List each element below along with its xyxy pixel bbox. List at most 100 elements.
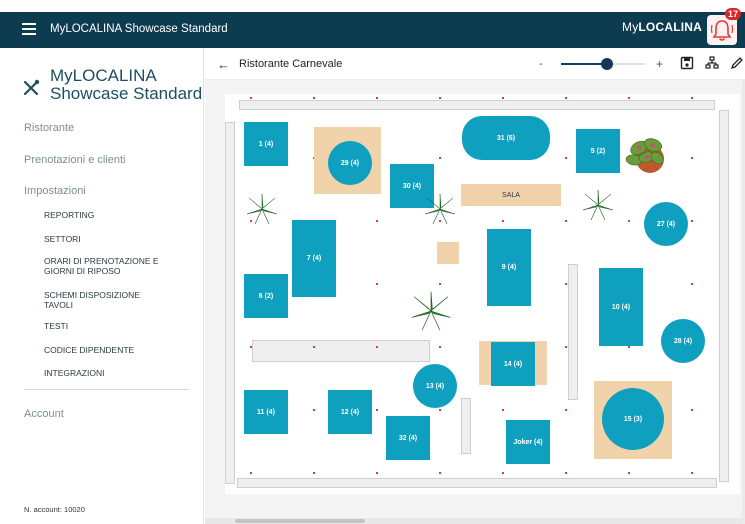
grid-dot <box>565 346 567 348</box>
table-13[interactable]: 13 (4) <box>413 364 457 408</box>
nav-integrazioni[interactable]: INTEGRAZIONI <box>44 368 104 378</box>
grid-dot <box>313 97 315 99</box>
plant-icon <box>625 138 664 173</box>
menu-icon[interactable] <box>22 23 36 37</box>
table-29[interactable]: 29 (4) <box>328 141 372 185</box>
top-bar: MyLOCALINA Showcase Standard MyLOCALINA … <box>0 8 745 48</box>
grid-dot <box>439 472 441 474</box>
nav-prenotazioni[interactable]: Prenotazioni e clienti <box>24 154 126 166</box>
pencil-icon[interactable] <box>730 56 744 70</box>
grid-dot <box>376 346 378 348</box>
plant-icon <box>582 189 614 221</box>
grid-dot <box>565 157 567 159</box>
grid-dot <box>439 409 441 411</box>
sala-label: SALA <box>461 184 561 206</box>
horizontal-scrollbar[interactable] <box>205 518 745 524</box>
nav-ristorante[interactable]: Ristorante <box>24 122 74 134</box>
table-7[interactable]: 7 (4) <box>292 220 336 297</box>
grid-dot <box>502 97 504 99</box>
zoom-in-button[interactable]: + <box>656 57 663 71</box>
grid-dot <box>502 220 504 222</box>
zoom-slider[interactable] <box>561 58 645 70</box>
nav-impostazioni[interactable]: Impostazioni <box>24 185 86 197</box>
nav-reporting[interactable]: REPORTING <box>44 210 94 220</box>
nav-schemi[interactable]: SCHEMI DISPOSIZIONE TAVOLI <box>44 290 164 310</box>
grid-dot <box>439 157 441 159</box>
grid-dot <box>565 283 567 285</box>
table-27[interactable]: 27 (4) <box>644 202 688 246</box>
table-6[interactable]: 6 (2) <box>244 274 288 318</box>
horizontal-scrollbar-thumb[interactable] <box>235 519 365 523</box>
nav-settori[interactable]: SETTORI <box>44 234 81 244</box>
plant-icon <box>424 193 456 225</box>
account-number: N. account: 10020 <box>24 505 85 514</box>
grid-dot <box>250 97 252 99</box>
grid-dot <box>439 97 441 99</box>
plant-icon <box>411 291 451 331</box>
table-1[interactable]: 1 (4) <box>244 122 288 166</box>
table-11[interactable]: 11 (4) <box>244 390 288 434</box>
grid-dot <box>439 346 441 348</box>
grid-dot <box>691 97 693 99</box>
grid-dot <box>565 409 567 411</box>
grid-dot <box>313 346 315 348</box>
plant-icon <box>246 193 278 225</box>
company-line-1: MyLOCALINA <box>50 66 157 85</box>
nav-account[interactable]: Account <box>24 408 64 420</box>
table-joker[interactable]: Joker (4) <box>506 420 550 464</box>
zoom-out-button[interactable]: - <box>539 58 543 70</box>
back-arrow-icon[interactable]: ← <box>217 57 230 72</box>
nav-orari[interactable]: ORARI DI PRENOTAZIONE E GIORNI DI RIPOSO <box>44 256 184 276</box>
floor-canvas: SALA 1 (4) 29 (4) 30 (4) 31 (6) 5 (2) 27… <box>225 94 740 494</box>
grid-dot <box>376 472 378 474</box>
sidebar: MyLOCALINA Showcase Standard Ristorante … <box>0 48 204 524</box>
wall-top <box>239 100 715 110</box>
table-10[interactable]: 10 (4) <box>599 268 643 346</box>
table-12[interactable]: 12 (4) <box>328 390 372 434</box>
grid-dot <box>376 409 378 411</box>
floor-plan: SALA 1 (4) 29 (4) 30 (4) 31 (6) 5 (2) 27… <box>205 80 745 524</box>
grid-dot <box>565 472 567 474</box>
wall-left <box>225 122 235 484</box>
grid-dot <box>628 346 630 348</box>
company-name: MyLOCALINA Showcase Standard <box>50 67 202 103</box>
grid-dot <box>313 472 315 474</box>
table-28[interactable]: 28 (4) <box>661 319 705 363</box>
wall-partition-vertical <box>568 264 578 400</box>
wall-bottom <box>237 478 717 488</box>
grid-dot <box>439 283 441 285</box>
grid-dot <box>628 220 630 222</box>
room-name: Ristorante Carnevale <box>239 58 343 70</box>
grid-dot <box>691 283 693 285</box>
nav-testi[interactable]: TESTI <box>44 321 68 331</box>
grid-dot <box>691 157 693 159</box>
brand-bold: LOCALINA <box>638 20 702 34</box>
wall-right <box>719 110 729 482</box>
grid-dot <box>691 409 693 411</box>
table-5[interactable]: 5 (2) <box>576 129 620 173</box>
notifications-button[interactable]: 17 <box>707 8 742 45</box>
grid-dot <box>691 472 693 474</box>
sidebar-divider <box>24 389 189 390</box>
grid-dot <box>376 283 378 285</box>
table-15[interactable]: 15 (3) <box>602 388 664 450</box>
table-14[interactable]: 14 (4) <box>491 342 535 386</box>
notification-count: 17 <box>725 8 742 20</box>
table-9[interactable]: 9 (4) <box>487 229 531 306</box>
brand-logo: MyLOCALINA <box>622 20 702 34</box>
nav-codice[interactable]: CODICE DIPENDENTE <box>44 345 134 355</box>
grid-dot <box>502 409 504 411</box>
grid-dot <box>502 472 504 474</box>
wall-partition-horizontal <box>252 340 430 362</box>
save-icon[interactable] <box>680 56 694 70</box>
zoom-slider-thumb[interactable] <box>601 58 614 70</box>
grid-dot <box>250 346 252 348</box>
floorplan-toolbar: ← Ristorante Carnevale - + <box>205 48 745 80</box>
sitemap-icon[interactable] <box>705 56 719 70</box>
table-31[interactable]: 31 (6) <box>462 116 550 160</box>
grid-dot <box>250 472 252 474</box>
app-title: MyLOCALINA Showcase Standard <box>50 23 228 35</box>
table-32[interactable]: 32 (4) <box>386 416 430 460</box>
tile-small <box>437 242 459 264</box>
company-line-2: Showcase Standard <box>50 84 203 103</box>
